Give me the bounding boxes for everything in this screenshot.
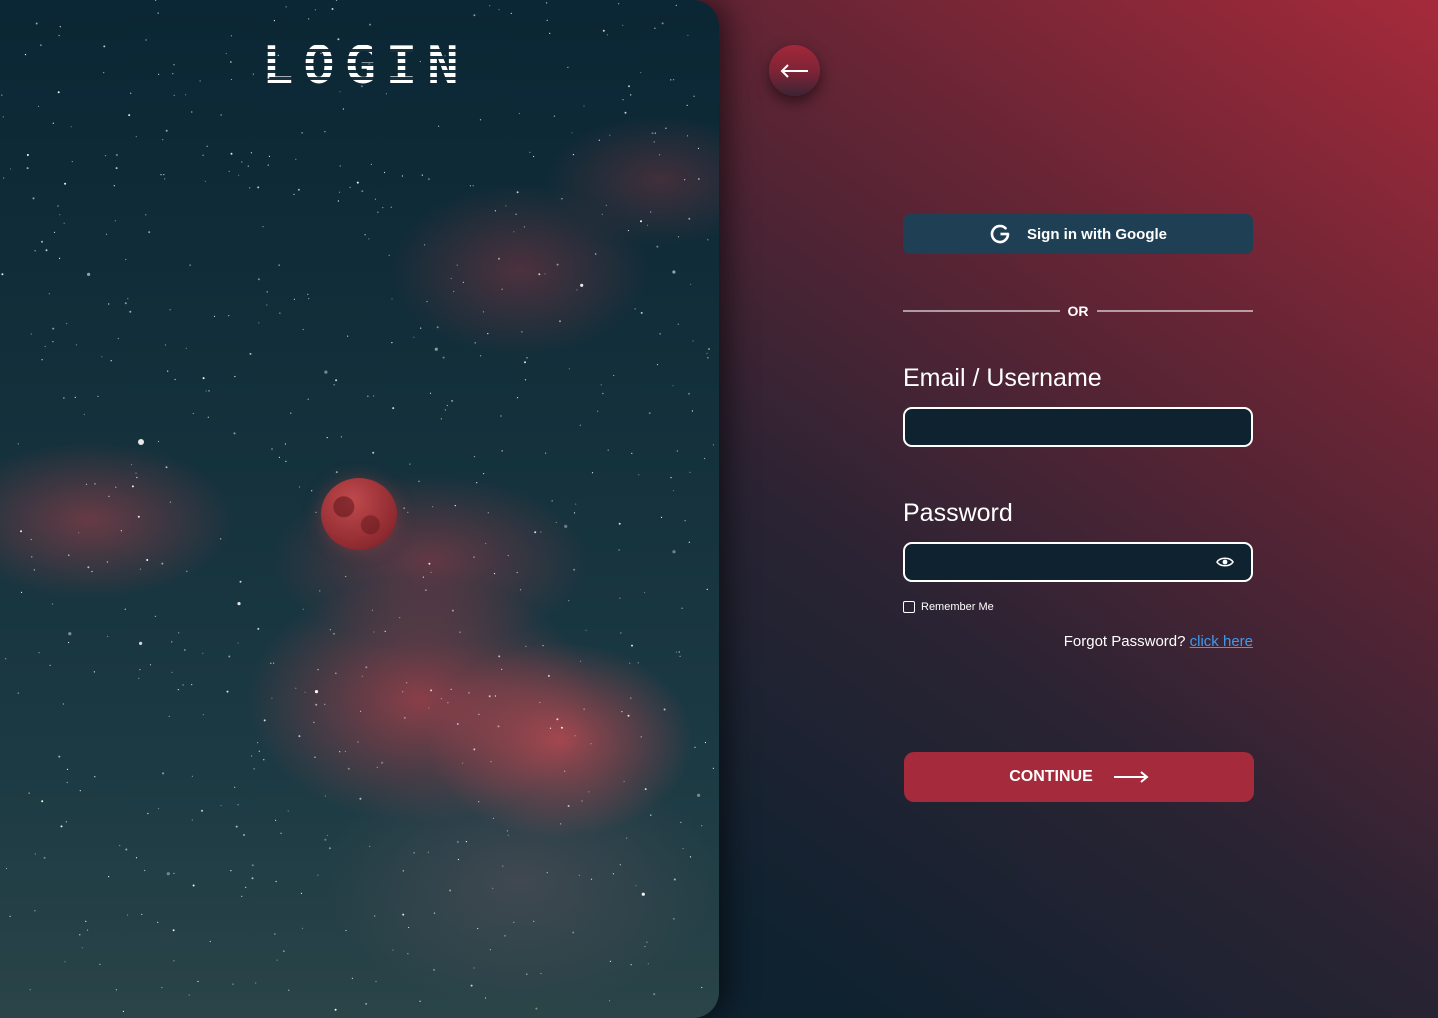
email-input[interactable] [903,407,1253,447]
google-sign-in-button[interactable]: Sign in with Google [903,214,1253,254]
eye-icon[interactable] [1216,554,1234,570]
google-button-label: Sign in with Google [1027,225,1167,243]
hero-title: LOGIN [262,36,469,96]
remember-me: Remember Me [903,601,994,613]
continue-label: CONTINUE [1009,768,1093,785]
back-button[interactable] [769,45,820,96]
divider-line-left [903,310,1060,312]
password-input[interactable] [903,542,1253,582]
continue-button[interactable]: CONTINUE [904,752,1254,802]
forgot-password-text: Forgot Password? [1063,633,1190,650]
or-divider: OR [903,302,1253,320]
hero-panel: LOGIN [0,0,719,1018]
remember-me-label: Remember Me [921,601,994,613]
divider-text: OR [1067,303,1089,319]
remember-me-checkbox[interactable] [903,601,915,613]
forgot-password-link[interactable]: click here [1190,633,1253,650]
email-label: Email / Username [903,364,1102,392]
divider-line-right [1096,310,1253,312]
forgot-password: Forgot Password? click here [1064,633,1253,650]
moon-image [321,478,397,550]
arrow-right-icon [1113,771,1149,783]
password-label: Password [903,499,1013,527]
arrow-left-icon [780,63,808,78]
google-g-icon [990,224,1010,244]
